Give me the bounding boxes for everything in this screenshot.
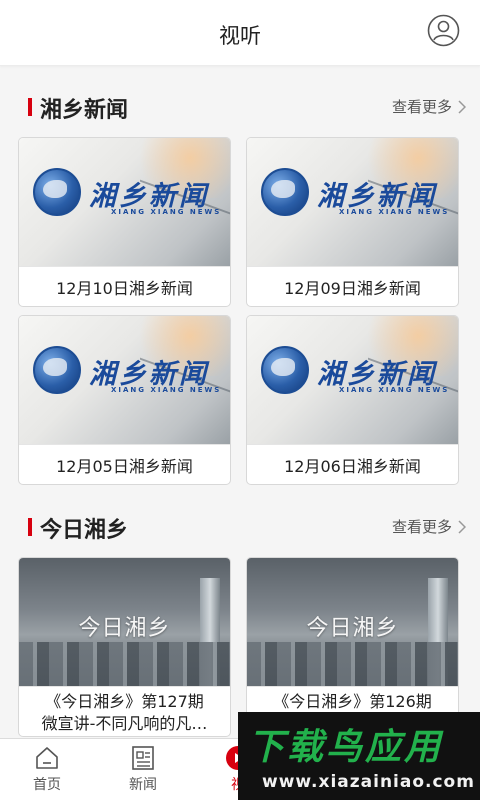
video-card[interactable]: 今日湘乡 《今日湘乡》第127期 微宣讲-不同凡响的凡…	[18, 557, 231, 737]
view-more-label: 查看更多	[391, 518, 452, 536]
video-card[interactable]: 湘乡新闻 XIANG XIANG NEWS 12月06日湘乡新闻	[246, 315, 459, 485]
app-root: 视听 湘乡新闻 查看更多 湘乡新闻 XIANG XIANG NEWS 12月10…	[0, 0, 480, 800]
tab-home[interactable]: 首页	[17, 745, 77, 794]
section-header: 湘乡新闻 查看更多	[0, 86, 480, 126]
thumbnail-title: 今日湘乡	[78, 616, 171, 641]
user-icon	[427, 14, 460, 47]
news-icon	[132, 746, 154, 770]
video-caption-line1: 《今日湘乡》第127期	[45, 692, 204, 711]
view-more-link[interactable]: 查看更多	[392, 516, 466, 537]
video-thumbnail: 湘乡新闻 XIANG XIANG NEWS	[247, 316, 458, 444]
view-more-label: 查看更多	[391, 98, 452, 116]
tab-news[interactable]: 新闻	[113, 745, 173, 794]
section-title: 今日湘乡	[40, 518, 129, 543]
video-thumbnail: 湘乡新闻 XIANG XIANG NEWS	[19, 316, 230, 444]
user-profile-button[interactable]	[427, 14, 460, 47]
video-caption: 12月06日湘乡新闻	[247, 444, 458, 484]
video-caption: 《今日湘乡》第127期 微宣讲-不同凡响的凡…	[19, 686, 230, 736]
page-title: 视听	[219, 24, 261, 48]
thumbnail-title: 今日湘乡	[306, 616, 399, 641]
section-accent-bar	[28, 518, 32, 536]
section-title: 湘乡新闻	[40, 98, 129, 123]
thumbnail-logo-subtext: XIANG XIANG NEWS	[111, 208, 222, 216]
video-caption: 12月05日湘乡新闻	[19, 444, 230, 484]
watermark-main-text: 下载鸟应用	[248, 727, 444, 768]
thumbnail-logo-subtext: XIANG XIANG NEWS	[339, 208, 450, 216]
section-header: 今日湘乡 查看更多	[0, 506, 480, 546]
home-icon	[36, 747, 58, 769]
video-thumbnail: 今日湘乡	[19, 558, 230, 686]
watermark-logo: 下载鸟应用 www.xiazainiao.com	[238, 712, 480, 800]
tab-label: 新闻	[129, 777, 157, 793]
thumbnail-logo-subtext: XIANG XIANG NEWS	[339, 386, 450, 394]
video-caption: 12月09日湘乡新闻	[247, 266, 458, 306]
thumbnail-logo-subtext: XIANG XIANG NEWS	[111, 386, 222, 394]
chevron-right-icon	[458, 519, 466, 534]
video-card[interactable]: 湘乡新闻 XIANG XIANG NEWS 12月05日湘乡新闻	[18, 315, 231, 485]
video-caption: 12月10日湘乡新闻	[19, 266, 230, 306]
section-today-xiangxiang: 今日湘乡 查看更多	[0, 506, 480, 546]
video-caption-line1: 《今日湘乡》第126期	[273, 692, 432, 711]
video-caption-line2: 微宣讲-不同凡响的凡…	[41, 714, 208, 733]
video-thumbnail: 今日湘乡	[247, 558, 458, 686]
chevron-right-icon	[458, 99, 466, 114]
video-card[interactable]: 湘乡新闻 XIANG XIANG NEWS 12月09日湘乡新闻	[246, 137, 459, 307]
watermark-url: www.xiazainiao.com	[262, 772, 475, 792]
top-bar: 视听	[0, 0, 480, 66]
news-video-grid: 湘乡新闻 XIANG XIANG NEWS 12月10日湘乡新闻 湘乡新闻 XI…	[18, 137, 460, 485]
tab-label: 首页	[33, 777, 61, 793]
video-thumbnail: 湘乡新闻 XIANG XIANG NEWS	[19, 138, 230, 266]
video-thumbnail: 湘乡新闻 XIANG XIANG NEWS	[247, 138, 458, 266]
section-accent-bar	[28, 98, 32, 116]
video-card[interactable]: 湘乡新闻 XIANG XIANG NEWS 12月10日湘乡新闻	[18, 137, 231, 307]
video-card[interactable]: 今日湘乡 《今日湘乡》第126期	[246, 557, 459, 737]
section-xiangxiang-news: 湘乡新闻 查看更多	[0, 86, 480, 126]
view-more-link[interactable]: 查看更多	[392, 96, 466, 117]
